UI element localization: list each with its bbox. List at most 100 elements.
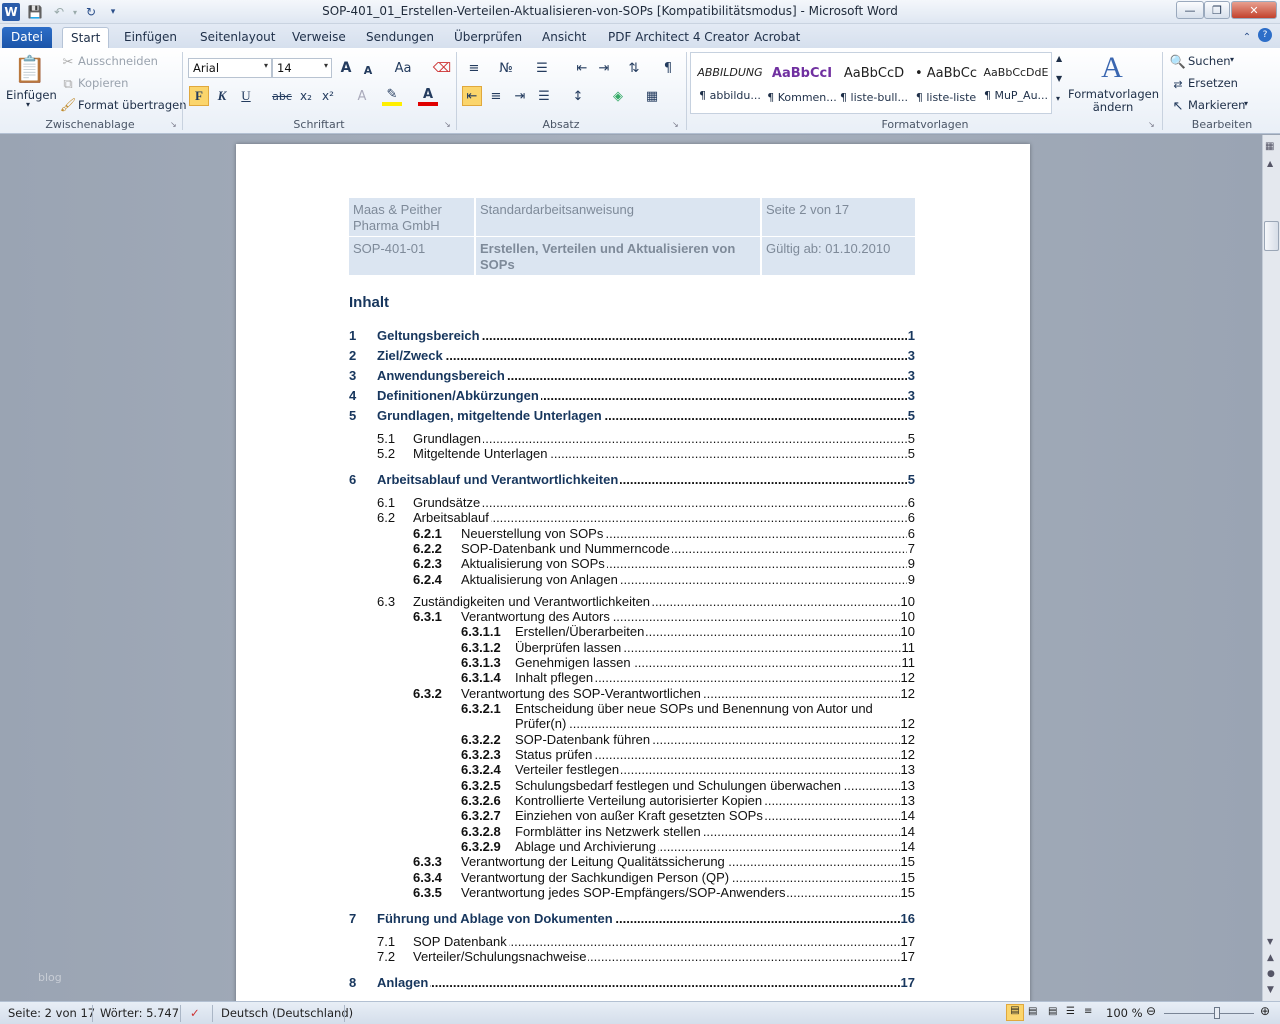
vertical-scrollbar[interactable]: ▦ ▲ ▼ ▲ ● ▼ <box>1262 135 1280 1001</box>
font-family-combo[interactable]: Arial ▾ <box>188 58 272 78</box>
tab-sendungen[interactable]: Sendungen <box>358 27 442 48</box>
ruler-toggle-icon[interactable]: ▦ <box>1265 141 1274 152</box>
style-kommentar[interactable]: AaBbCcI ¶ Kommen... <box>766 56 838 112</box>
toc-entry[interactable]: 6.3.2.7.................................… <box>461 808 915 824</box>
bold-button[interactable]: F <box>189 86 209 106</box>
change-styles-button[interactable]: Formatvorlagen ändern <box>1068 88 1159 114</box>
outline-view-icon[interactable]: ☰ <box>1066 1006 1075 1017</box>
zoom-slider-thumb[interactable] <box>1213 1007 1220 1019</box>
shading-icon[interactable]: ◈ <box>608 86 628 106</box>
save-icon[interactable]: 💾 <box>26 3 44 21</box>
toc-entry[interactable]: 6.3.2.5.................................… <box>461 778 915 794</box>
word-count-status[interactable]: Wörter: 5.747 <box>100 1006 179 1020</box>
show-formatting-icon[interactable]: ¶ <box>658 58 678 78</box>
zoom-level[interactable]: 100 % <box>1106 1006 1143 1020</box>
tab-verweise[interactable]: Verweise <box>284 27 354 48</box>
toc-entry[interactable]: 6.3.1...................................… <box>413 609 915 625</box>
find-dropdown-icon[interactable]: ▾ <box>1230 55 1234 64</box>
zoom-slider-track[interactable] <box>1164 1013 1254 1014</box>
superscript-button[interactable]: x² <box>318 86 338 106</box>
font-launcher-icon[interactable]: ↘ <box>444 120 451 129</box>
paste-dropdown-icon[interactable]: ▾ <box>26 100 30 109</box>
decrease-indent-icon[interactable]: ⇤ <box>572 58 592 78</box>
justify-button[interactable]: ☰ <box>534 86 554 106</box>
styles-launcher-icon[interactable]: ↘ <box>1148 120 1155 129</box>
change-styles-icon[interactable]: A <box>1094 50 1130 86</box>
paragraph-launcher-icon[interactable]: ↘ <box>672 120 679 129</box>
scroll-up-icon[interactable]: ▲ <box>1267 159 1273 168</box>
toc-entry[interactable]: 6.3.1.2.................................… <box>461 640 915 656</box>
toc-entry[interactable]: 6.3.4...................................… <box>413 870 915 886</box>
toc-entry[interactable]: 7.1.....................................… <box>377 934 915 950</box>
toc-entry[interactable]: 6.3.5...................................… <box>413 885 915 901</box>
tab-pdf-architect[interactable]: PDF Architect 4 Creator <box>600 27 757 48</box>
minimize-button[interactable]: — <box>1176 1 1204 19</box>
styles-scroll-up-icon[interactable]: ▲ <box>1056 54 1062 63</box>
maximize-button[interactable]: ❐ <box>1204 1 1230 19</box>
toc-entry[interactable]: 6.3.2.9.................................… <box>461 839 915 855</box>
tab-datei[interactable]: Datei <box>2 27 52 48</box>
browse-object-icon[interactable]: ● <box>1267 969 1275 979</box>
web-layout-icon[interactable]: ▤ <box>1048 1006 1057 1017</box>
toc-entry[interactable]: 6.2.1...................................… <box>413 526 915 542</box>
toc-entry[interactable]: 6.3.2.4.................................… <box>461 762 915 778</box>
toc-entry[interactable]: 7.......................................… <box>349 911 915 927</box>
scroll-down-icon[interactable]: ▼ <box>1267 937 1273 946</box>
redo-icon[interactable]: ↻ <box>82 3 100 21</box>
select-dropdown-icon[interactable]: ▾ <box>1244 99 1248 108</box>
copy-button[interactable]: Kopieren <box>78 76 128 90</box>
toc-entry[interactable]: 6.3.2.8.................................… <box>461 824 915 840</box>
toc-entry[interactable]: 6.3.2.3.................................… <box>461 747 915 763</box>
underline-button[interactable]: U <box>236 86 256 106</box>
minimize-ribbon-icon[interactable]: ⌃ <box>1238 28 1256 46</box>
align-center-button[interactable]: ≡ <box>486 86 506 106</box>
scroll-thumb[interactable] <box>1264 221 1279 251</box>
toc-entry[interactable]: 5.1.....................................… <box>377 431 915 447</box>
close-button[interactable]: ✕ <box>1231 1 1277 19</box>
paste-icon[interactable]: 📋 <box>14 52 46 88</box>
tab-seitenlayout[interactable]: Seitenlayout <box>192 27 283 48</box>
tab-einfuegen[interactable]: Einfügen <box>116 27 185 48</box>
toc-entry[interactable]: 6.3.3...................................… <box>413 854 915 870</box>
format-painter-button[interactable]: Format übertragen <box>78 98 187 112</box>
toc-entry[interactable]: 3.......................................… <box>349 368 915 384</box>
toc-entry[interactable]: 6.3.2.2.................................… <box>461 732 915 748</box>
style-abbildung[interactable]: ABBILDUNG ¶ abbildu... <box>694 56 766 112</box>
numbering-icon[interactable]: № <box>496 58 516 78</box>
toc-entry[interactable]: 6.3.....................................… <box>377 594 915 610</box>
strikethrough-button[interactable]: abc <box>270 86 294 106</box>
align-right-button[interactable]: ⇥ <box>510 86 530 106</box>
toc-entry[interactable]: 2.......................................… <box>349 348 915 364</box>
subscript-button[interactable]: x₂ <box>296 86 316 106</box>
clear-formatting-icon[interactable]: ⌫ <box>432 58 452 78</box>
toc-entry[interactable]: 6.2.4...................................… <box>413 572 915 588</box>
text-effects-icon[interactable]: A <box>352 86 372 106</box>
replace-button[interactable]: Ersetzen <box>1188 76 1238 90</box>
tab-acrobat[interactable]: Acrobat <box>746 27 808 48</box>
bullets-icon[interactable]: ≡ <box>464 58 484 78</box>
multilevel-list-icon[interactable]: ☰ <box>532 58 552 78</box>
toc-entry[interactable]: 6.2.2...................................… <box>413 541 915 557</box>
tab-ueberpruefen[interactable]: Überprüfen <box>446 27 530 48</box>
cut-button[interactable]: Ausschneiden <box>78 54 158 68</box>
tab-ansicht[interactable]: Ansicht <box>534 27 594 48</box>
toc-entry[interactable]: 6.3.2...................................… <box>413 686 915 702</box>
sort-icon[interactable]: ⇅ <box>624 58 644 78</box>
style-mup-au[interactable]: AaBbCcDdE ¶ MuP_Au... <box>980 56 1052 112</box>
page-count-status[interactable]: Seite: 2 von 17 <box>8 1006 95 1020</box>
toc-entry[interactable]: 6.3.2.1 Entscheidung über neue SOPs und B… <box>461 701 915 717</box>
tab-start[interactable]: Start <box>62 27 110 48</box>
toc-entry[interactable]: 7.2.....................................… <box>377 949 915 965</box>
language-status[interactable]: Deutsch (Deutschland) <box>221 1006 353 1020</box>
zoom-in-icon[interactable]: ⊕ <box>1260 1004 1270 1018</box>
toc-entry[interactable]: 6.3.2.6.................................… <box>461 793 915 809</box>
grow-font-icon[interactable]: A <box>336 58 356 78</box>
previous-page-icon[interactable]: ▲ <box>1267 953 1274 963</box>
toc-entry[interactable]: 6.3.1.3.................................… <box>461 655 915 671</box>
toc-entry[interactable]: 6.......................................… <box>349 472 915 488</box>
toc-entry[interactable]: 4.......................................… <box>349 388 915 404</box>
highlight-icon[interactable]: ✎ <box>382 86 402 106</box>
styles-scroll-down-icon[interactable]: ▼ <box>1056 74 1062 83</box>
align-left-button[interactable]: ⇤ <box>462 86 482 106</box>
toc-entry[interactable]: 5.2.....................................… <box>377 446 915 462</box>
